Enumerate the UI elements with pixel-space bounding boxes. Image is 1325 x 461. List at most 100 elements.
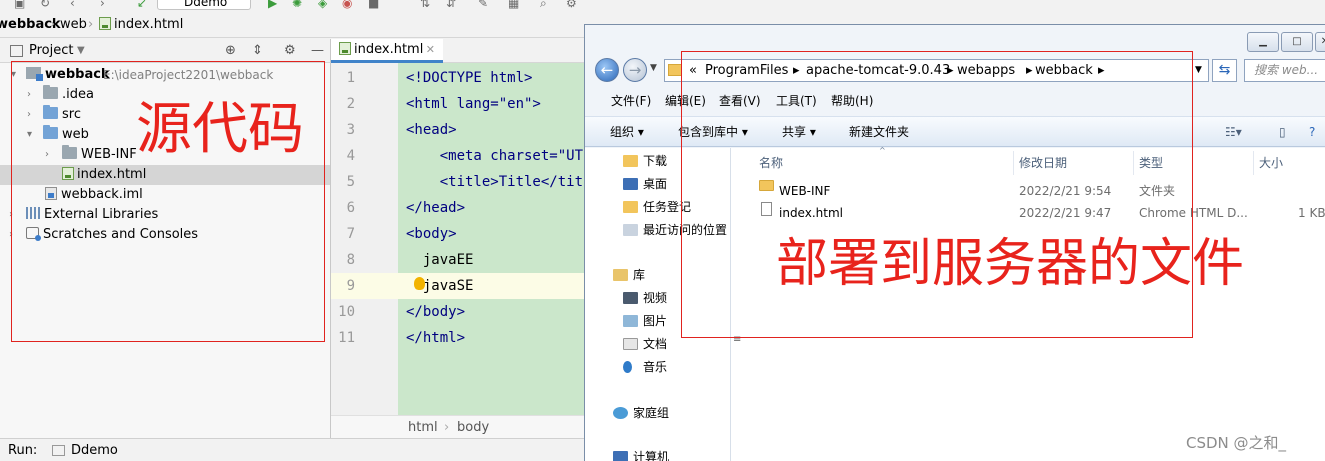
watermark: CSDN @之和_ <box>1186 434 1287 452</box>
search-everywhere-icon[interactable]: ⌕ <box>540 0 547 11</box>
nav-item-label: 音乐 <box>643 360 668 374</box>
settings-icon[interactable]: ⚙ <box>566 0 577 10</box>
help-icon[interactable]: ? <box>1309 117 1315 147</box>
code-line[interactable]: </html> <box>406 325 584 351</box>
breadcrumb-separator: › <box>444 420 450 435</box>
run-config-selector[interactable]: Ddemo <box>157 0 251 10</box>
code-line[interactable]: <head> <box>406 117 584 143</box>
recent-pages-icon[interactable]: ▼ <box>650 63 657 73</box>
minimize-button[interactable]: ▁ <box>1247 32 1279 52</box>
column-header-size[interactable]: 大小 <box>1254 151 1325 175</box>
run-icon[interactable]: ▶ <box>268 0 277 10</box>
documents-icon <box>623 338 638 350</box>
breadcrumb-item[interactable]: body <box>457 416 489 439</box>
nav-item-label: 家庭组 <box>633 406 670 420</box>
breadcrumb-item[interactable]: web <box>60 12 87 38</box>
homegroup-icon <box>613 407 628 419</box>
locate-icon[interactable]: ⊕ <box>225 39 236 63</box>
hide-panel-icon[interactable]: — <box>311 39 324 63</box>
tomcat-icon <box>52 445 65 456</box>
nav-item-music[interactable]: 音乐 <box>585 356 742 378</box>
project-panel-title[interactable]: Project <box>29 39 73 63</box>
code-line[interactable]: </body> <box>406 299 584 325</box>
line-number: 6 <box>346 200 355 216</box>
lightbulb-icon[interactable] <box>414 277 425 290</box>
line-number: 7 <box>346 226 355 242</box>
editor-tab-label: index.html <box>354 42 424 57</box>
html-file-icon <box>339 42 351 55</box>
back-button[interactable]: ← <box>595 58 619 82</box>
gear-icon[interactable]: ⚙ <box>284 39 296 63</box>
breadcrumb-item[interactable]: index.html <box>99 12 183 38</box>
organize-button[interactable]: 组织 ▾ <box>610 117 644 147</box>
code-line[interactable]: <!DOCTYPE html> <box>406 65 584 91</box>
nav-item-label: 文档 <box>643 337 668 351</box>
line-number: 3 <box>346 122 355 138</box>
stop-icon[interactable]: ■ <box>368 0 379 10</box>
computer-icon <box>613 451 628 461</box>
editor-tab[interactable]: index.html ✕ <box>331 39 443 63</box>
refresh-button[interactable]: ⇆ <box>1212 59 1237 82</box>
ide-toolbar: ▣ ↻ ‹ › ↙ Ddemo ▶ ✺ ◈ ◉ ■ ⇅ ⇵ ✎ ▦ ⌕ ⚙ <box>0 0 1325 12</box>
wrench-icon[interactable]: ✎ <box>478 0 488 10</box>
code-line[interactable]: </head> <box>406 195 584 221</box>
close-button[interactable]: ✕ <box>1315 32 1325 52</box>
library-icon <box>613 269 628 281</box>
recent-places-icon <box>623 224 638 236</box>
run-label: Run: <box>8 443 38 458</box>
debug-icon[interactable]: ✺ <box>292 0 302 10</box>
forward-icon[interactable]: › <box>100 0 105 10</box>
project-structure-icon[interactable]: ▦ <box>508 0 519 10</box>
menu-file[interactable]: 文件(F) <box>611 89 651 113</box>
folder-icon <box>668 64 682 76</box>
coverage-icon[interactable]: ◈ <box>318 0 327 10</box>
nav-item-label: 视频 <box>643 291 668 305</box>
nav-item-homegroup[interactable]: 家庭组 <box>585 402 742 424</box>
profile-icon[interactable]: ◉ <box>342 0 352 10</box>
back-icon[interactable]: ‹ <box>70 0 75 10</box>
forward-button[interactable]: → <box>623 58 647 82</box>
code-line[interactable]: <title>Title</title> <box>406 169 584 195</box>
pictures-icon <box>623 315 638 327</box>
save-icon[interactable]: ▣ <box>14 0 25 10</box>
collapse-all-icon[interactable]: ⇕ <box>252 39 263 63</box>
breadcrumb-item[interactable]: html <box>408 416 438 439</box>
close-icon[interactable]: ✕ <box>426 39 435 61</box>
run-tool-window-bar: Run: Ddemo <box>0 438 584 461</box>
nav-item-label: 下载 <box>643 154 668 168</box>
vcs-icon[interactable]: ⇅ <box>420 0 430 10</box>
music-icon <box>623 361 632 373</box>
line-number: 5 <box>346 174 355 190</box>
sync-icon[interactable]: ↻ <box>40 0 50 10</box>
chevron-down-icon[interactable]: ▼ <box>1195 60 1202 81</box>
line-number: 2 <box>346 96 355 112</box>
run-config-tab[interactable]: Ddemo <box>71 439 118 461</box>
nav-item-label: 桌面 <box>643 177 668 191</box>
line-number: 10 <box>338 304 355 320</box>
line-number: 1 <box>346 70 355 86</box>
project-view-icon <box>10 45 23 57</box>
preview-pane-icon[interactable]: ▯ <box>1279 117 1286 147</box>
video-icon <box>623 292 638 304</box>
search-input[interactable]: 搜索 web... <box>1244 59 1325 82</box>
line-number: 4 <box>346 148 355 164</box>
desktop-icon <box>623 178 638 190</box>
line-number: 9 <box>346 278 355 294</box>
code-line[interactable]: javaSE <box>406 273 584 299</box>
vcs-update-icon[interactable]: ⇵ <box>446 0 456 10</box>
code-line[interactable]: javaEE <box>406 247 584 273</box>
html-file-icon <box>99 17 111 30</box>
build-icon[interactable]: ↙ <box>137 0 147 10</box>
nav-item-label: 计算机 <box>633 450 670 461</box>
downloads-icon <box>623 155 638 167</box>
view-options-icon[interactable]: ☷▾ <box>1225 117 1242 147</box>
maximize-button[interactable]: □ <box>1281 32 1313 52</box>
source-code-annotation: 源代码 <box>136 97 304 162</box>
nav-item-computer[interactable]: 计算机 <box>585 446 742 461</box>
editor-breadcrumb: html › body <box>331 415 584 438</box>
code-line[interactable]: <html lang="en"> <box>406 91 584 117</box>
code-line[interactable]: <body> <box>406 221 584 247</box>
nav-item-label: 库 <box>633 268 646 282</box>
chevron-down-icon[interactable]: ▼ <box>77 39 85 63</box>
code-line[interactable]: <meta charset="UTF-8"> <box>406 143 584 169</box>
